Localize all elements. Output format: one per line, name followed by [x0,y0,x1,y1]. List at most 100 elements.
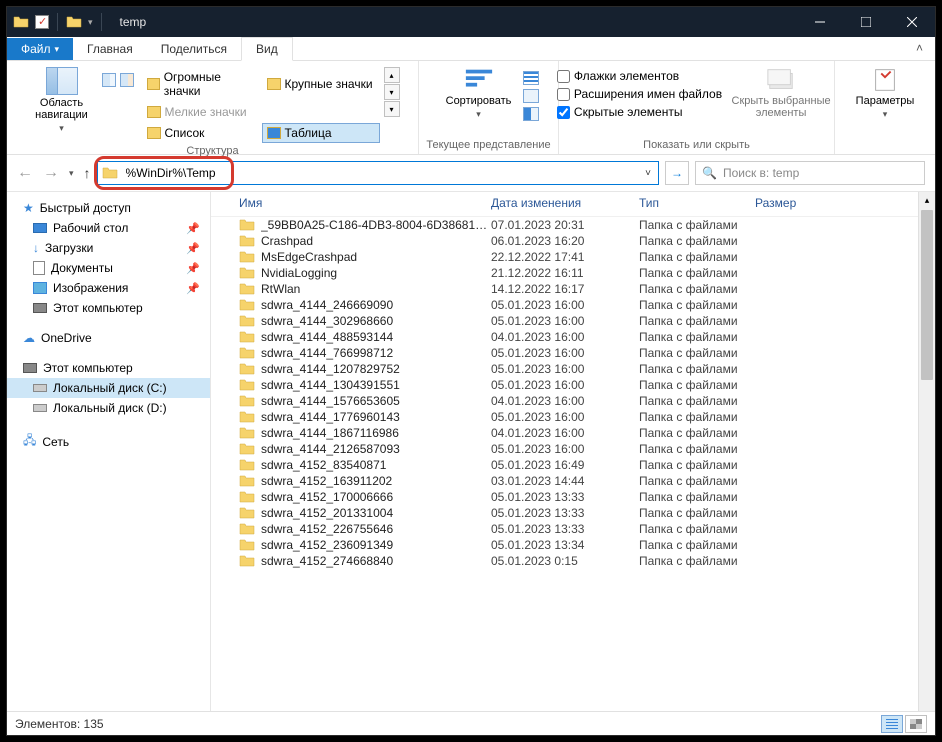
file-date: 04.01.2023 16:00 [491,394,639,408]
tab-file[interactable]: Файл▾ [7,38,73,60]
tree-onedrive[interactable]: ☁OneDrive [7,328,210,348]
file-rows[interactable]: _59BB0A25-C186-4DB3-8004-6D38681EC...07.… [211,217,935,717]
tree-disk-d[interactable]: Локальный диск (D:) [7,398,210,418]
file-date: 05.01.2023 16:00 [491,346,639,360]
sort-button[interactable]: Сортировать ▾ [439,67,519,120]
table-row[interactable]: sdwra_4144_130439155105.01.2023 16:00Пап… [211,377,935,393]
layout-list: Огромные значки Крупные значки Мелкие зн… [142,67,382,143]
address-bar[interactable]: ˅ [97,161,659,185]
tree-this-pc-quick[interactable]: Этот компьютер [7,298,210,318]
nav-pane-label: Область навигации [35,97,88,121]
group-structure-label: Структура [13,143,412,160]
layout-huge[interactable]: Огромные значки [142,67,260,101]
scroll-up-button[interactable]: ▴ [919,192,935,209]
table-row[interactable]: MsEdgeCrashpad22.12.2022 17:41Папка с фа… [211,249,935,265]
search-box[interactable]: 🔍 Поиск в: temp [695,161,925,185]
chk-item-checkboxes[interactable]: Флажки элементов [557,69,722,83]
table-row[interactable]: sdwra_4144_177696014305.01.2023 16:00Пап… [211,409,935,425]
table-row[interactable]: sdwra_4144_76699871205.01.2023 16:00Папк… [211,345,935,361]
add-columns-button[interactable] [523,89,539,103]
view-details-button[interactable] [881,715,903,733]
address-dropdown[interactable]: ˅ [638,168,658,179]
scrollbar[interactable]: ▴ ▾ [918,192,935,731]
up-button[interactable]: ↑ [84,165,91,181]
table-row[interactable]: _59BB0A25-C186-4DB3-8004-6D38681EC...07.… [211,217,935,233]
table-row[interactable]: Crashpad06.01.2023 16:20Папка с файлами [211,233,935,249]
col-type[interactable]: Тип [639,196,755,210]
group-by-button[interactable] [523,71,539,85]
table-row[interactable]: sdwra_4152_20133100405.01.2023 13:33Папк… [211,505,935,521]
tab-view[interactable]: Вид [241,37,293,61]
tree-desktop[interactable]: Рабочий стол📌 [7,218,210,238]
table-row[interactable]: sdwra_4144_48859314404.01.2023 16:00Папк… [211,329,935,345]
minimize-button[interactable] [797,7,843,37]
details-pane-button[interactable] [120,73,134,87]
table-row[interactable]: sdwra_4152_8354087105.01.2023 16:49Папка… [211,457,935,473]
collapse-ribbon-icon[interactable]: ˄ [916,41,923,55]
tree-pictures[interactable]: Изображения📌 [7,278,210,298]
scroll-thumb[interactable] [921,210,933,380]
close-button[interactable] [889,7,935,37]
view-thumbnails-button[interactable] [905,715,927,733]
nav-pane-button[interactable]: Область навигации ▾ [26,67,98,134]
table-row[interactable]: sdwra_4152_17000666605.01.2023 13:33Папк… [211,489,935,505]
table-row[interactable]: sdwra_4144_120782975205.01.2023 16:00Пап… [211,361,935,377]
col-size[interactable]: Размер [755,196,835,210]
file-type: Папка с файлами [639,218,755,232]
file-date: 05.01.2023 16:00 [491,362,639,376]
file-type: Папка с файлами [639,346,755,360]
size-columns-button[interactable] [523,107,539,121]
layout-large[interactable]: Крупные значки [262,67,380,101]
options-button[interactable]: Параметры ▾ [845,67,925,120]
folder-icon [239,298,255,312]
file-name: sdwra_4144_1867116986 [261,426,491,440]
title-bar[interactable]: ✓ ▾ temp [7,7,935,37]
chk-extensions[interactable]: Расширения имен файлов [557,87,722,101]
tree-documents[interactable]: Документы📌 [7,258,210,278]
layout-list[interactable]: Список [142,123,260,143]
maximize-button[interactable] [843,7,889,37]
tree-network[interactable]: 🖧Сеть [7,428,210,455]
table-row[interactable]: sdwra_4144_186711698604.01.2023 16:00Пап… [211,425,935,441]
layout-table[interactable]: Таблица [262,123,380,143]
columns-header[interactable]: Имя Дата изменения Тип Размер [211,192,935,217]
hide-selected-button[interactable]: Скрыть выбранные элементы [726,67,836,119]
layout-small[interactable]: Мелкие значки [142,102,260,122]
scroll-more-button[interactable]: ▾ [384,101,400,117]
nav-tree[interactable]: ★Быстрый доступ Рабочий стол📌 ↓Загрузки📌… [7,192,211,731]
address-input[interactable] [122,164,638,182]
chk-hidden[interactable]: Скрытые элементы [557,105,722,119]
table-row[interactable]: sdwra_4144_24666909005.01.2023 16:00Папк… [211,297,935,313]
tree-disk-c[interactable]: Локальный диск (C:) [7,378,210,398]
table-row[interactable]: RtWlan14.12.2022 16:17Папка с файлами [211,281,935,297]
file-type: Папка с файлами [639,298,755,312]
table-row[interactable]: sdwra_4144_212658709305.01.2023 16:00Пап… [211,441,935,457]
back-button[interactable]: ← [17,164,33,182]
scroll-up-button[interactable]: ▴ [384,67,400,83]
col-name[interactable]: Имя [239,196,491,210]
layout-placeholder[interactable] [262,102,380,122]
history-dropdown[interactable]: ▾ [69,168,74,179]
go-button[interactable]: → [665,161,689,185]
tree-this-pc[interactable]: Этот компьютер [7,358,210,378]
preview-pane-button[interactable] [102,73,116,87]
scroll-down-button[interactable]: ▾ [384,84,400,100]
table-row[interactable]: NvidiaLogging21.12.2022 16:11Папка с фай… [211,265,935,281]
options-icon [870,67,900,93]
file-type: Папка с файлами [639,362,755,376]
forward-button[interactable]: → [43,164,59,182]
tree-quick-access[interactable]: ★Быстрый доступ [7,198,210,218]
col-date[interactable]: Дата изменения [491,196,639,210]
table-row[interactable]: sdwra_4144_30296866005.01.2023 16:00Папк… [211,313,935,329]
folder-icon [239,458,255,472]
table-row[interactable]: sdwra_4152_27466884005.01.2023 0:15Папка… [211,553,935,569]
file-date: 03.01.2023 14:44 [491,474,639,488]
tab-share[interactable]: Поделиться [147,38,241,60]
table-row[interactable]: sdwra_4152_23609134905.01.2023 13:34Папк… [211,537,935,553]
qat-dropdown-icon[interactable]: ▾ [88,17,93,28]
table-row[interactable]: sdwra_4144_157665360504.01.2023 16:00Пап… [211,393,935,409]
tree-downloads[interactable]: ↓Загрузки📌 [7,238,210,258]
table-row[interactable]: sdwra_4152_16391120203.01.2023 14:44Папк… [211,473,935,489]
table-row[interactable]: sdwra_4152_22675564605.01.2023 13:33Папк… [211,521,935,537]
tab-home[interactable]: Главная [73,38,147,60]
